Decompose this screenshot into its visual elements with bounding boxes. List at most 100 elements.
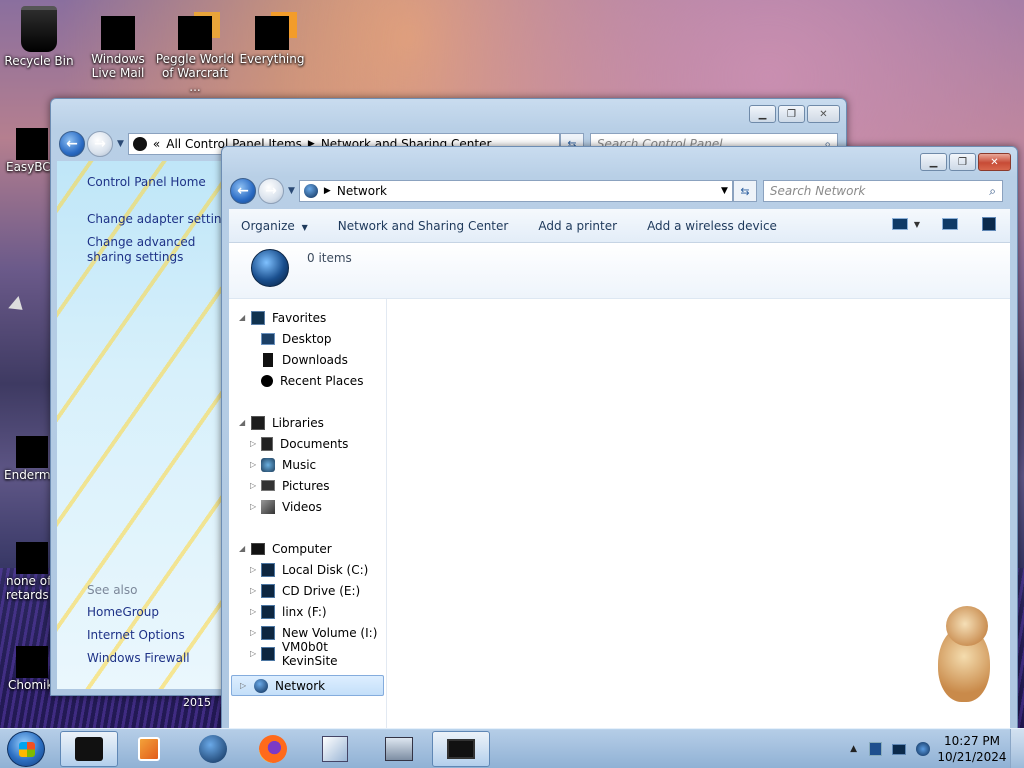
windows-logo-icon bbox=[19, 742, 35, 757]
breadcrumb-prefix[interactable]: « bbox=[153, 137, 160, 151]
change-view-icon[interactable] bbox=[891, 218, 908, 230]
address-network-label[interactable]: Network bbox=[337, 184, 387, 198]
collapsed-arrow-icon[interactable]: ▷ bbox=[250, 649, 256, 658]
network-drive-icon bbox=[261, 646, 275, 661]
close-button[interactable]: ✕ bbox=[807, 105, 840, 123]
forward-button[interactable]: → bbox=[258, 178, 284, 204]
network-icon bbox=[254, 678, 268, 693]
file-list-pane[interactable] bbox=[387, 299, 1010, 729]
documents-icon bbox=[261, 436, 273, 451]
recent-pages-chevron-icon[interactable]: ▼ bbox=[117, 139, 124, 149]
address-dropdown-icon[interactable]: ▼ bbox=[721, 186, 728, 196]
hamster-head bbox=[946, 606, 988, 646]
tree-network[interactable]: ▷ Network bbox=[231, 675, 384, 696]
expanded-arrow-icon[interactable]: ◢ bbox=[239, 418, 245, 427]
collapsed-arrow-icon[interactable]: ▷ bbox=[250, 565, 256, 574]
forward-button[interactable]: → bbox=[87, 131, 113, 157]
command-bar: Organize ▼ Network and Sharing Center Ad… bbox=[229, 209, 1010, 243]
tray-app-icon[interactable] bbox=[869, 742, 882, 756]
tree-cd-drive-e[interactable]: ▷ CD Drive (E:) bbox=[229, 580, 386, 601]
tree-downloads[interactable]: Downloads bbox=[229, 349, 386, 370]
collapsed-arrow-icon[interactable]: ▷ bbox=[250, 460, 256, 469]
collapsed-arrow-icon[interactable]: ▷ bbox=[250, 481, 256, 490]
add-wireless-device-button[interactable]: Add a wireless device bbox=[647, 219, 777, 233]
item-count: 0 items bbox=[307, 251, 352, 265]
organize-button[interactable]: Organize ▼ bbox=[241, 219, 308, 233]
minimize-button[interactable]: ▁ bbox=[920, 153, 947, 171]
everything-icon[interactable]: Everything bbox=[232, 16, 312, 66]
recycle-bin-icon[interactable]: Recycle Bin bbox=[0, 6, 79, 68]
start-button[interactable] bbox=[7, 731, 45, 767]
recent-pages-chevron-icon[interactable]: ▼ bbox=[288, 186, 295, 196]
tree-music[interactable]: ▷ Music bbox=[229, 454, 386, 475]
peggle-app-icon bbox=[178, 16, 212, 50]
explorer-search-input[interactable]: Search Network ⌕ bbox=[762, 180, 1003, 202]
collapsed-arrow-icon[interactable]: ▷ bbox=[240, 681, 246, 690]
hard-drive-icon bbox=[261, 562, 275, 577]
collapsed-arrow-icon[interactable]: ▷ bbox=[250, 628, 256, 637]
tree-documents[interactable]: ▷ Documents bbox=[229, 433, 386, 454]
change-advanced-sharing-link[interactable]: Change advanced sharing settings bbox=[87, 235, 227, 265]
taskbar-control-panel-button[interactable] bbox=[432, 731, 490, 767]
refresh-button[interactable]: ⇆ bbox=[732, 180, 757, 202]
maximize-button[interactable]: ❐ bbox=[778, 105, 805, 123]
expanded-arrow-icon[interactable]: ◢ bbox=[239, 313, 245, 322]
collapsed-arrow-icon[interactable]: ▷ bbox=[250, 502, 256, 511]
mail-app-icon bbox=[101, 16, 135, 50]
paint-icon bbox=[322, 736, 348, 762]
address-content: ▶ Network bbox=[303, 184, 387, 198]
easybcd-app-icon bbox=[16, 128, 48, 160]
taskbar-firefox-button[interactable] bbox=[244, 731, 302, 767]
tree-vm0b0t-kevinsite[interactable]: ▷ VM0b0t KevinSite bbox=[229, 640, 386, 668]
trash-icon bbox=[21, 6, 57, 52]
taskbar-globe-button[interactable] bbox=[184, 731, 242, 767]
close-button[interactable]: ✕ bbox=[978, 153, 1011, 171]
hamster-gadget-icon[interactable] bbox=[930, 606, 1004, 706]
add-printer-button[interactable]: Add a printer bbox=[538, 219, 617, 233]
libraries-label: Libraries bbox=[272, 415, 324, 430]
taskbar-explorer-button[interactable] bbox=[60, 731, 118, 767]
taskbar-media-player-button[interactable] bbox=[120, 731, 178, 767]
view-controls: ▼ bbox=[891, 217, 996, 231]
collapsed-arrow-icon[interactable]: ▷ bbox=[250, 586, 256, 595]
taskbar-paint-button[interactable] bbox=[306, 731, 364, 767]
videos-icon bbox=[261, 499, 275, 514]
tree-linx-f[interactable]: ▷ linx (F:) bbox=[229, 601, 386, 622]
tree-computer[interactable]: ◢ Computer bbox=[229, 538, 386, 559]
music-icon bbox=[261, 457, 275, 472]
system-tray: ▲ 10:27 PM 10/21/2024 bbox=[850, 729, 1024, 768]
globe-icon bbox=[199, 735, 227, 763]
maximize-button[interactable]: ❐ bbox=[949, 153, 976, 171]
tree-favorites[interactable]: ◢ Favorites bbox=[229, 307, 386, 328]
minimize-button[interactable]: ▁ bbox=[749, 105, 776, 123]
preview-pane-icon[interactable] bbox=[942, 218, 958, 230]
tree-recent-places[interactable]: Recent Places bbox=[229, 370, 386, 391]
navpane-gap bbox=[229, 517, 386, 538]
peggle-icon[interactable]: Peggle World of Warcraft ... bbox=[155, 16, 235, 94]
tree-videos[interactable]: ▷ Videos bbox=[229, 496, 386, 517]
clock[interactable]: 10:27 PM 10/21/2024 bbox=[934, 733, 1010, 765]
back-button[interactable]: ← bbox=[230, 178, 256, 204]
collapsed-arrow-icon[interactable]: ▷ bbox=[250, 439, 256, 448]
back-button[interactable]: ← bbox=[59, 131, 85, 157]
collapsed-arrow-icon[interactable]: ▷ bbox=[250, 607, 256, 616]
explorer-address-bar[interactable]: ▶ Network ▼ bbox=[298, 180, 733, 202]
tree-local-disk-c[interactable]: ▷ Local Disk (C:) bbox=[229, 559, 386, 580]
network-sharing-center-button[interactable]: Network and Sharing Center bbox=[338, 219, 509, 233]
view-options-chevron-icon[interactable]: ▼ bbox=[914, 220, 920, 229]
tree-pictures[interactable]: ▷ Pictures bbox=[229, 475, 386, 496]
help-icon[interactable] bbox=[982, 217, 996, 231]
show-hidden-icons-chevron[interactable]: ▲ bbox=[850, 744, 857, 754]
windows-live-mail-icon[interactable]: Windows Live Mail bbox=[78, 16, 158, 80]
tree-libraries[interactable]: ◢ Libraries bbox=[229, 412, 386, 433]
volume-icon[interactable] bbox=[916, 742, 930, 756]
show-desktop-button[interactable] bbox=[1010, 729, 1024, 768]
tray-monitor-icon[interactable] bbox=[892, 743, 906, 755]
firefox-icon bbox=[259, 735, 287, 763]
videos-label: Videos bbox=[282, 499, 322, 514]
expanded-arrow-icon[interactable]: ◢ bbox=[239, 544, 245, 553]
taskbar-network-app-button[interactable] bbox=[370, 731, 428, 767]
tree-desktop[interactable]: Desktop bbox=[229, 328, 386, 349]
explorer-navbar: ← → ▼ ▶ Network ▼ ⇆ Search Network ⌕ bbox=[230, 178, 1003, 204]
network-explorer-window[interactable]: ▁ ❐ ✕ ← → ▼ ▶ Network ▼ ⇆ Search Network… bbox=[221, 146, 1018, 730]
